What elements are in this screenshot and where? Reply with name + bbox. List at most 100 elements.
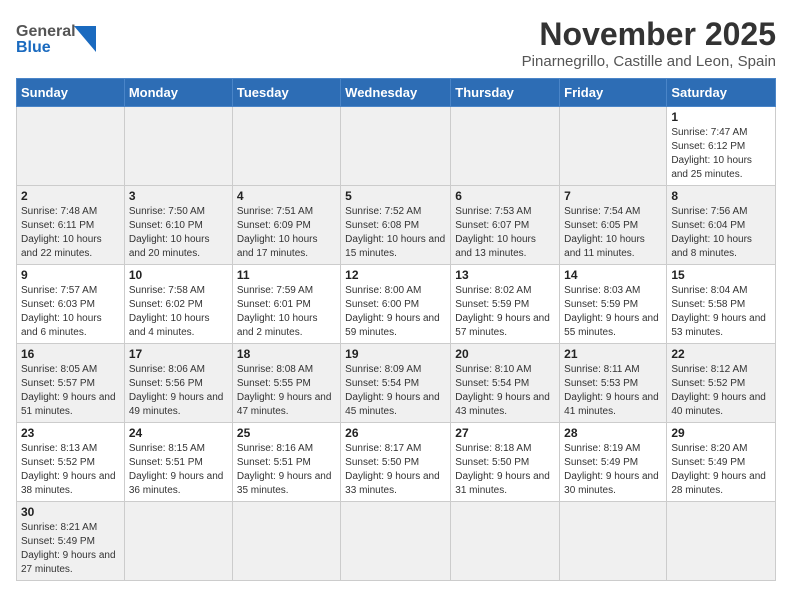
day-number: 9	[21, 268, 120, 282]
day-info: Sunrise: 8:10 AM Sunset: 5:54 PM Dayligh…	[455, 363, 555, 419]
day-number: 11	[237, 268, 336, 282]
day-number: 16	[21, 347, 120, 361]
calendar-cell: 1 Sunrise: 7:47 AM Sunset: 6:12 PM Daylig…	[667, 107, 776, 186]
calendar-cell: 13 Sunrise: 8:02 AM Sunset: 5:59 PM Dayli…	[451, 265, 560, 344]
day-info: Sunrise: 8:13 AM Sunset: 5:52 PM Dayligh…	[21, 442, 120, 498]
weekday-header-saturday: Saturday	[667, 79, 776, 107]
calendar-cell	[124, 502, 232, 581]
calendar-cell: 12Sunrise: 8:00 AM Sunset: 6:00 PM Dayli…	[341, 265, 451, 344]
day-info: Sunrise: 7:54 AM Sunset: 6:05 PM Dayligh…	[564, 205, 662, 261]
calendar-week-row: 30 Sunrise: 8:21 AM Sunset: 5:49 PM Dayli…	[17, 502, 776, 581]
weekday-header-friday: Friday	[560, 79, 667, 107]
calendar-cell: 17Sunrise: 8:06 AM Sunset: 5:56 PM Dayli…	[124, 344, 232, 423]
title-area: November 2025 Pinarnegrillo, Castille an…	[522, 16, 776, 70]
calendar-cell: 5Sunrise: 7:52 AM Sunset: 6:08 PM Daylig…	[341, 186, 451, 265]
day-number: 10	[129, 268, 228, 282]
calendar-cell: 21 Sunrise: 8:11 AM Sunset: 5:53 PM Dayli…	[560, 344, 667, 423]
day-number: 28	[564, 426, 662, 440]
weekday-header-monday: Monday	[124, 79, 232, 107]
calendar-cell	[232, 502, 340, 581]
calendar-cell: 15Sunrise: 8:04 AM Sunset: 5:58 PM Dayli…	[667, 265, 776, 344]
calendar-cell: 9 Sunrise: 7:57 AM Sunset: 6:03 PM Daylig…	[17, 265, 125, 344]
day-info: Sunrise: 7:57 AM Sunset: 6:03 PM Dayligh…	[21, 284, 120, 340]
calendar-cell: 7 Sunrise: 7:54 AM Sunset: 6:05 PM Daylig…	[560, 186, 667, 265]
weekday-header-thursday: Thursday	[451, 79, 560, 107]
day-info: Sunrise: 8:15 AM Sunset: 5:51 PM Dayligh…	[129, 442, 228, 498]
calendar-cell: 20 Sunrise: 8:10 AM Sunset: 5:54 PM Dayli…	[451, 344, 560, 423]
day-info: Sunrise: 7:58 AM Sunset: 6:02 PM Dayligh…	[129, 284, 228, 340]
day-number: 25	[237, 426, 336, 440]
day-info: Sunrise: 8:21 AM Sunset: 5:49 PM Dayligh…	[21, 521, 120, 577]
calendar-cell: 11 Sunrise: 7:59 AM Sunset: 6:01 PM Dayli…	[232, 265, 340, 344]
day-info: Sunrise: 8:19 AM Sunset: 5:49 PM Dayligh…	[564, 442, 662, 498]
calendar-cell: 3 Sunrise: 7:50 AM Sunset: 6:10 PM Daylig…	[124, 186, 232, 265]
weekday-header-tuesday: Tuesday	[232, 79, 340, 107]
weekday-header-wednesday: Wednesday	[341, 79, 451, 107]
calendar-cell: 2Sunrise: 7:48 AM Sunset: 6:11 PM Daylig…	[17, 186, 125, 265]
calendar-week-row: 2Sunrise: 7:48 AM Sunset: 6:11 PM Daylig…	[17, 186, 776, 265]
day-number: 20	[455, 347, 555, 361]
calendar-cell	[451, 502, 560, 581]
calendar-week-row: 16Sunrise: 8:05 AM Sunset: 5:57 PM Dayli…	[17, 344, 776, 423]
day-info: Sunrise: 7:53 AM Sunset: 6:07 PM Dayligh…	[455, 205, 555, 261]
day-number: 27	[455, 426, 555, 440]
calendar-cell: 24 Sunrise: 8:15 AM Sunset: 5:51 PM Dayli…	[124, 423, 232, 502]
calendar-table: SundayMondayTuesdayWednesdayThursdayFrid…	[16, 78, 776, 581]
day-info: Sunrise: 7:59 AM Sunset: 6:01 PM Dayligh…	[237, 284, 336, 340]
logo-icon: General Blue	[16, 16, 96, 60]
day-info: Sunrise: 8:03 AM Sunset: 5:59 PM Dayligh…	[564, 284, 662, 340]
logo: General Blue	[16, 16, 96, 60]
calendar-cell: 10 Sunrise: 7:58 AM Sunset: 6:02 PM Dayli…	[124, 265, 232, 344]
day-number: 21	[564, 347, 662, 361]
calendar-cell: 26 Sunrise: 8:17 AM Sunset: 5:50 PM Dayli…	[341, 423, 451, 502]
day-info: Sunrise: 7:47 AM Sunset: 6:12 PM Dayligh…	[671, 126, 771, 182]
day-info: Sunrise: 7:50 AM Sunset: 6:10 PM Dayligh…	[129, 205, 228, 261]
day-number: 23	[21, 426, 120, 440]
calendar-cell	[341, 107, 451, 186]
calendar-cell	[124, 107, 232, 186]
day-info: Sunrise: 8:11 AM Sunset: 5:53 PM Dayligh…	[564, 363, 662, 419]
weekday-header-row: SundayMondayTuesdayWednesdayThursdayFrid…	[17, 79, 776, 107]
calendar-cell: 16Sunrise: 8:05 AM Sunset: 5:57 PM Dayli…	[17, 344, 125, 423]
day-number: 1	[671, 110, 771, 124]
day-info: Sunrise: 7:56 AM Sunset: 6:04 PM Dayligh…	[671, 205, 771, 261]
day-number: 7	[564, 189, 662, 203]
calendar-cell	[560, 502, 667, 581]
day-number: 19	[345, 347, 446, 361]
svg-text:Blue: Blue	[16, 39, 51, 56]
day-number: 22	[671, 347, 771, 361]
calendar-week-row: 9 Sunrise: 7:57 AM Sunset: 6:03 PM Daylig…	[17, 265, 776, 344]
day-info: Sunrise: 8:09 AM Sunset: 5:54 PM Dayligh…	[345, 363, 446, 419]
day-number: 14	[564, 268, 662, 282]
calendar-cell: 30 Sunrise: 8:21 AM Sunset: 5:49 PM Dayli…	[17, 502, 125, 581]
calendar-cell	[17, 107, 125, 186]
weekday-header-sunday: Sunday	[17, 79, 125, 107]
calendar-cell	[232, 107, 340, 186]
day-info: Sunrise: 8:18 AM Sunset: 5:50 PM Dayligh…	[455, 442, 555, 498]
calendar-cell: 29Sunrise: 8:20 AM Sunset: 5:49 PM Dayli…	[667, 423, 776, 502]
day-info: Sunrise: 8:04 AM Sunset: 5:58 PM Dayligh…	[671, 284, 771, 340]
day-number: 26	[345, 426, 446, 440]
calendar-cell: 6Sunrise: 7:53 AM Sunset: 6:07 PM Daylig…	[451, 186, 560, 265]
day-number: 4	[237, 189, 336, 203]
day-number: 3	[129, 189, 228, 203]
calendar-cell: 25 Sunrise: 8:16 AM Sunset: 5:51 PM Dayli…	[232, 423, 340, 502]
day-number: 13	[455, 268, 555, 282]
day-number: 30	[21, 505, 120, 519]
calendar-cell	[560, 107, 667, 186]
day-number: 24	[129, 426, 228, 440]
day-info: Sunrise: 8:16 AM Sunset: 5:51 PM Dayligh…	[237, 442, 336, 498]
location-subtitle: Pinarnegrillo, Castille and Leon, Spain	[522, 53, 776, 70]
month-title: November 2025	[522, 16, 776, 53]
calendar-week-row: 1 Sunrise: 7:47 AM Sunset: 6:12 PM Daylig…	[17, 107, 776, 186]
calendar-cell: 23 Sunrise: 8:13 AM Sunset: 5:52 PM Dayli…	[17, 423, 125, 502]
day-info: Sunrise: 7:52 AM Sunset: 6:08 PM Dayligh…	[345, 205, 446, 261]
day-info: Sunrise: 7:51 AM Sunset: 6:09 PM Dayligh…	[237, 205, 336, 261]
day-number: 8	[671, 189, 771, 203]
day-info: Sunrise: 8:17 AM Sunset: 5:50 PM Dayligh…	[345, 442, 446, 498]
calendar-cell: 8 Sunrise: 7:56 AM Sunset: 6:04 PM Daylig…	[667, 186, 776, 265]
calendar-cell: 27 Sunrise: 8:18 AM Sunset: 5:50 PM Dayli…	[451, 423, 560, 502]
calendar-cell	[341, 502, 451, 581]
day-info: Sunrise: 8:20 AM Sunset: 5:49 PM Dayligh…	[671, 442, 771, 498]
day-info: Sunrise: 8:02 AM Sunset: 5:59 PM Dayligh…	[455, 284, 555, 340]
